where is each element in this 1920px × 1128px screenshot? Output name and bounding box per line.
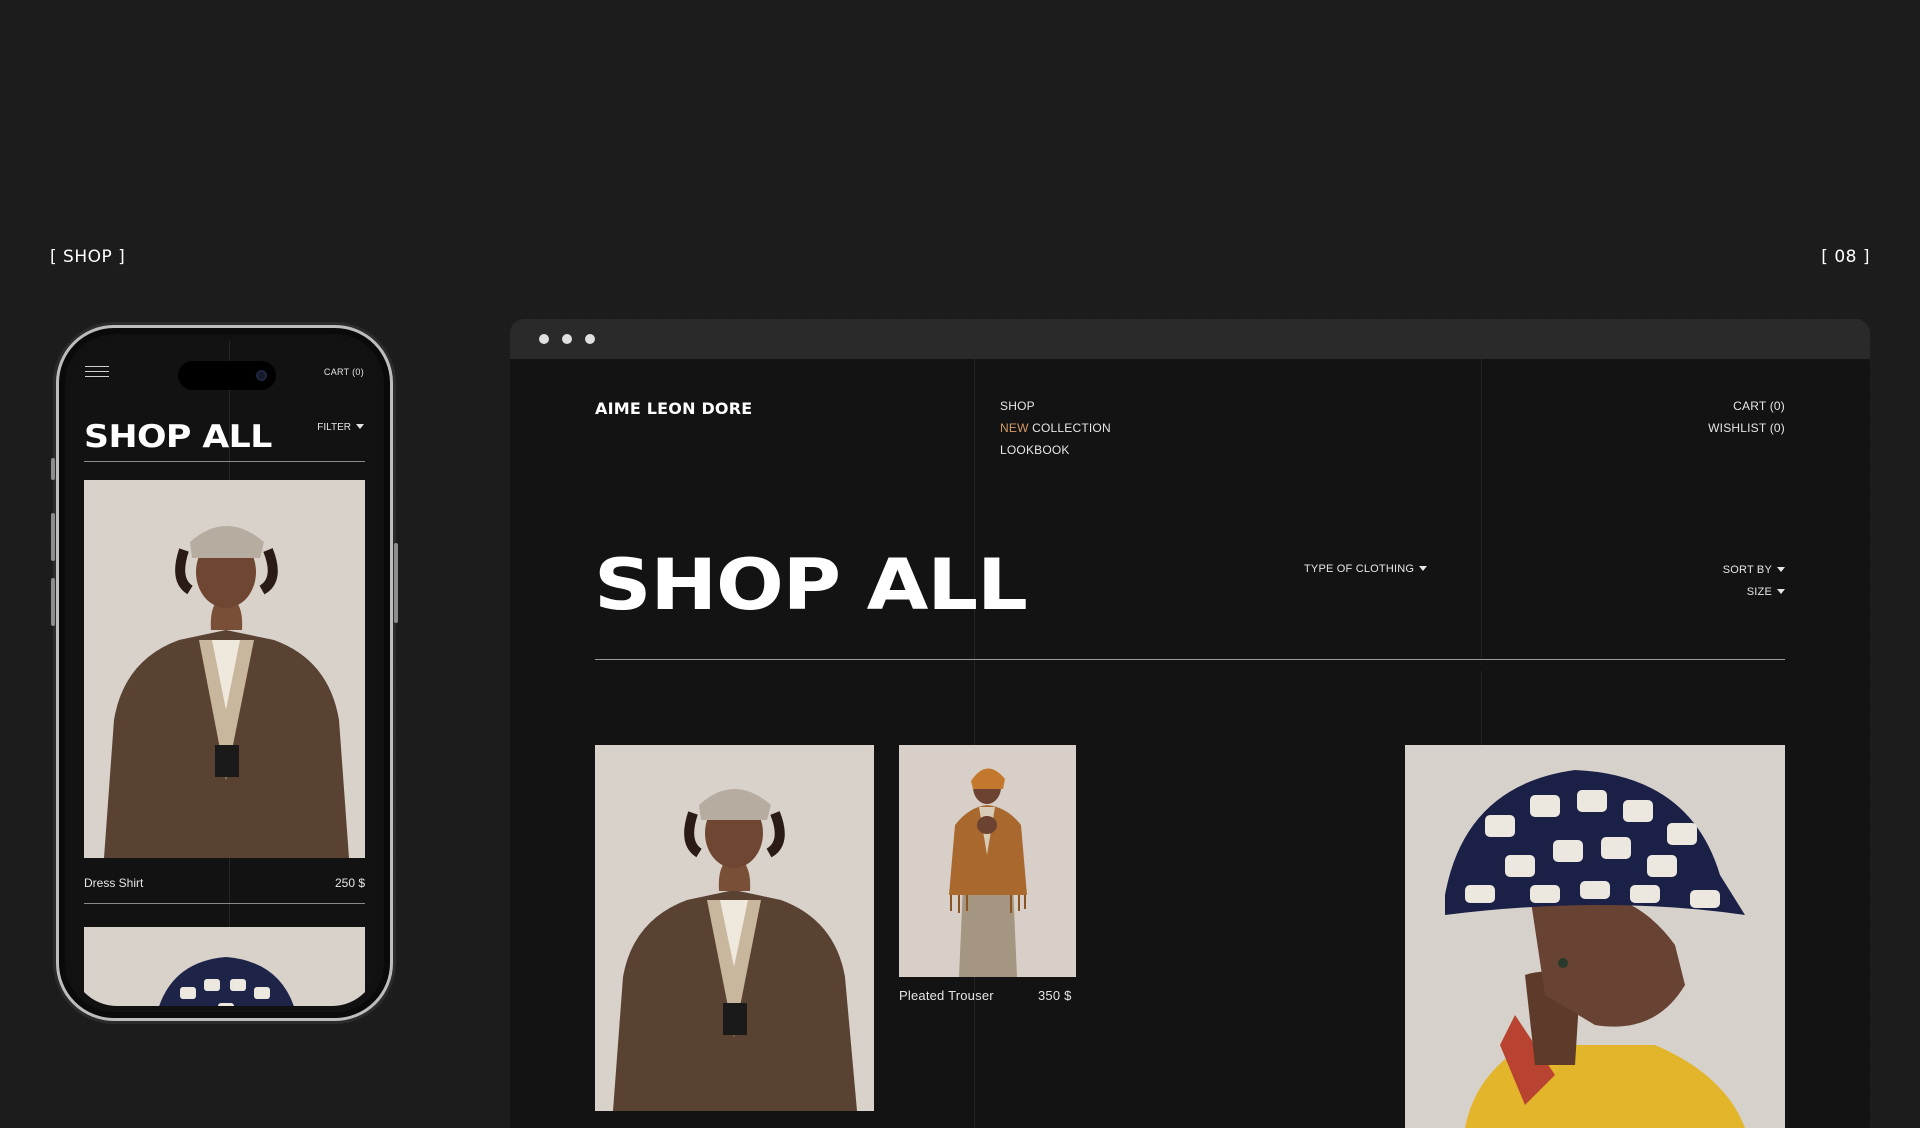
nav-new-accent: NEW [1000,421,1029,435]
product-image[interactable] [84,927,365,1006]
size-dropdown[interactable]: SIZE [1723,585,1785,600]
camera-icon [256,370,267,381]
product-price: 250 $ [334,876,365,890]
filter-dropdown[interactable]: FILTER [317,422,364,433]
model-fringe-jacket-photo [899,745,1076,977]
caret-down-icon [1777,589,1785,594]
caret-down-icon [1419,566,1428,571]
divider [595,659,1785,660]
nav-lookbook[interactable]: LOOKBOOK [1000,443,1111,458]
section-label: [ SHOP ] [50,247,126,267]
sort-controls: SORT BY SIZE [1723,563,1785,607]
window-maximize-dot[interactable] [585,334,595,344]
grid-line [1481,359,1482,659]
cart-link[interactable]: CART (0) [324,367,364,377]
divider [84,903,365,904]
nav-new-collection[interactable]: NEW COLLECTION [1000,421,1111,436]
divider [84,461,365,462]
nav-collection-label: COLLECTION [1028,421,1111,435]
grid-line [1481,671,1482,746]
page-title: SHOP ALL [594,544,1028,626]
wishlist-link[interactable]: WISHLIST (0) [1708,421,1785,436]
size-label: SIZE [1746,586,1772,598]
bucket-hat-portrait-photo [1405,745,1785,1128]
browser-titlebar [510,319,1870,359]
filter-label: FILTER [317,422,351,433]
window-minimize-dot[interactable] [562,334,572,344]
bucket-hat-photo [84,927,365,1006]
type-of-clothing-label: TYPE OF CLOTHING [1304,563,1415,575]
model-jacket-photo [595,745,874,1111]
phone-screen: CART (0) SHOP ALL FILTER Dress Shirt 250… [71,340,378,1006]
main-nav: SHOP NEW COLLECTION LOOKBOOK [1000,399,1111,465]
page-number: [ 08 ] [1821,247,1870,267]
phone-silent-switch [51,458,55,480]
product-image[interactable] [1405,745,1785,1128]
browser-window: AIME LEON DORE SHOP NEW COLLECTION LOOKB… [510,319,1870,1128]
nav-shop[interactable]: SHOP [1000,399,1111,414]
model-jacket-photo [84,480,365,858]
grid-line [974,359,975,1128]
sort-by-dropdown[interactable]: SORT BY [1723,563,1785,578]
phone-power-button [394,543,398,623]
product-name[interactable]: Pleated Trouser [899,988,994,1003]
product-image[interactable] [595,745,874,1111]
phone-mockup: CART (0) SHOP ALL FILTER Dress Shirt 250… [51,325,398,1021]
phone-volume-down [51,578,55,626]
page-title: SHOP ALL [84,419,272,455]
caret-down-icon [356,424,364,429]
sort-by-label: SORT BY [1722,564,1772,576]
product-image[interactable] [84,480,365,858]
brand-logo[interactable]: AIME LEON DORE [595,399,752,418]
account-nav: CART (0) WISHLIST (0) [1708,399,1785,443]
menu-icon[interactable] [85,366,109,378]
product-price: 350 $ [1038,988,1072,1003]
cart-link[interactable]: CART (0) [1708,399,1785,414]
product-name[interactable]: Dress Shirt [84,876,143,890]
caret-down-icon [1777,567,1785,572]
window-close-dot[interactable] [539,334,549,344]
dynamic-island [178,361,276,390]
product-image[interactable] [899,745,1076,977]
phone-volume-up [51,513,55,561]
type-of-clothing-dropdown[interactable]: TYPE OF CLOTHING [1304,563,1428,575]
